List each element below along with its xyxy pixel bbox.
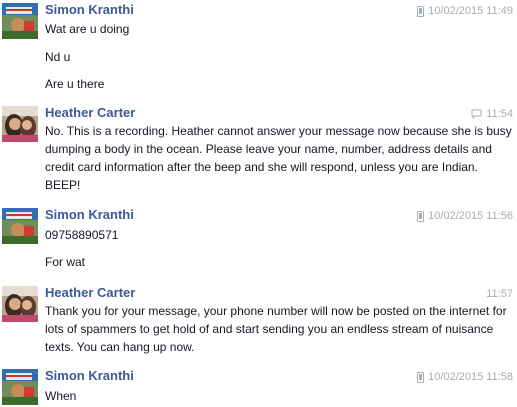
message-line: Wat are u doing — [45, 22, 130, 36]
message-thread: Simon Kranthi 10/02/2015 11:49 Wat are u… — [0, 0, 517, 407]
mobile-phone-icon — [417, 5, 425, 17]
message-line: Are u there — [45, 77, 105, 91]
simon-avatar[interactable] — [2, 3, 38, 39]
message-meta: 10/02/2015 11:56 — [417, 208, 513, 224]
timestamp: 10/02/2015 11:49 — [428, 5, 513, 17]
simon-avatar[interactable] — [2, 208, 38, 244]
message-line: Nd u — [45, 50, 71, 64]
timestamp: 10/02/2015 11:58 — [428, 371, 513, 383]
simon-avatar[interactable] — [2, 369, 38, 405]
timestamp: 11:54 — [486, 108, 513, 120]
message-meta: 11:54 — [471, 106, 513, 122]
message-line: For wat — [45, 255, 86, 269]
message-meta: 10/02/2015 11:58 — [417, 369, 513, 385]
mobile-phone-icon — [417, 210, 425, 222]
author-name[interactable]: Heather Carter — [45, 285, 135, 301]
message-meta: 11:57 — [486, 286, 513, 302]
heather-avatar[interactable] — [2, 106, 38, 142]
timestamp: 11:57 — [486, 288, 513, 300]
author-name[interactable]: Simon Kranthi — [45, 207, 134, 223]
timestamp: 10/02/2015 11:56 — [428, 210, 513, 222]
message-text: Thank you for your message, your phone n… — [45, 304, 507, 354]
chat-bubble-icon — [471, 109, 482, 119]
author-name[interactable]: Simon Kranthi — [45, 2, 134, 18]
author-name[interactable]: Heather Carter — [45, 105, 135, 121]
message-text: No. This is a recording. Heather cannot … — [45, 124, 512, 192]
message-line: When — [45, 389, 77, 403]
author-name[interactable]: Simon Kranthi — [45, 368, 134, 384]
mobile-phone-icon — [417, 371, 425, 383]
heather-avatar[interactable] — [2, 286, 38, 322]
message-meta: 10/02/2015 11:49 — [417, 3, 513, 19]
message-line: 09758890571 — [45, 228, 119, 242]
